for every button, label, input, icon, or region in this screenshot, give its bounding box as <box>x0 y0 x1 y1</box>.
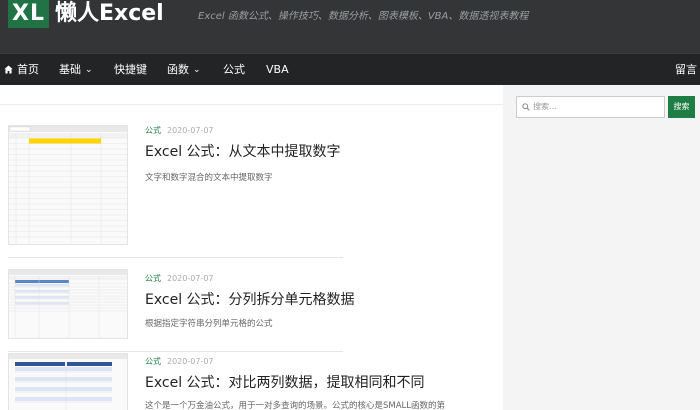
post-title[interactable]: Excel 公式：分列拆分单元格数据 <box>145 289 355 309</box>
nav-functions-label: 函数 <box>167 63 189 76</box>
nav-home[interactable]: 首页 <box>4 54 39 86</box>
nav-functions[interactable]: 函数 ⌄ <box>167 54 201 86</box>
nav-vba-label: VBA <box>266 63 289 76</box>
post-divider <box>8 257 343 258</box>
post-meta: 公式 2020-07-07 <box>145 356 214 367</box>
post-category[interactable]: 公式 <box>145 126 161 135</box>
post-excerpt: 根据指定字符串分列单元格的公式 <box>145 319 273 329</box>
nav-basics[interactable]: 基础 ⌄ <box>59 54 93 86</box>
chevron-down-icon: ⌄ <box>85 65 93 75</box>
spreadsheet-thumbnail <box>9 126 127 244</box>
post-excerpt: 文字和数字混合的文本中提取数字 <box>145 173 273 183</box>
post-date: 2020-07-07 <box>167 126 214 135</box>
post-category[interactable]: 公式 <box>145 357 161 366</box>
nav-shortcuts[interactable]: 快捷键 <box>114 54 147 86</box>
post-thumbnail[interactable] <box>8 125 128 245</box>
nav-basics-label: 基础 <box>59 63 81 76</box>
post-title[interactable]: Excel 公式：从文本中提取数字 <box>145 141 341 161</box>
nav-home-label: 首页 <box>17 63 39 76</box>
search-icon <box>522 103 530 111</box>
spreadsheet-thumbnail <box>9 354 127 410</box>
post-date: 2020-07-07 <box>167 274 214 283</box>
nav-guestbook[interactable]: 留言 <box>675 54 697 86</box>
sidebar: 搜索… 搜索 <box>503 85 700 410</box>
post-excerpt: 这个是一个万金油公式，用于一对多查询的场景。公式的核心是SMALL函数的第 <box>145 401 446 410</box>
nav-formulas-label: 公式 <box>223 63 245 76</box>
logo-box: XL <box>8 0 49 28</box>
site-header: XL 懒人Excel Excel 函数公式、操作技巧、数据分析、图表模板、VBA… <box>0 0 700 53</box>
logo-text: 懒人Excel <box>54 1 164 26</box>
spreadsheet-thumbnail <box>9 270 127 338</box>
nav-vba[interactable]: VBA <box>266 54 289 86</box>
post-date: 2020-07-07 <box>167 357 214 366</box>
post-list: 公式 2020-07-07 Excel 公式：从文本中提取数字 文字和数字混合的文… <box>0 85 503 410</box>
main-nav: 首页 基础 ⌄ 快捷键 函数 ⌄ 公式 VBA 留言 <box>0 53 700 85</box>
search-button[interactable]: 搜索 <box>668 96 695 118</box>
post-meta: 公式 2020-07-07 <box>145 125 214 136</box>
post-divider <box>8 351 343 352</box>
nav-guestbook-label: 留言 <box>675 63 697 76</box>
site-tagline: Excel 函数公式、操作技巧、数据分析、图表模板、VBA、数据透视表教程 <box>198 11 529 22</box>
site-logo[interactable]: XL 懒人Excel <box>8 0 164 28</box>
nav-shortcuts-label: 快捷键 <box>114 63 147 76</box>
post-title[interactable]: Excel 公式：对比两列数据，提取相同和不同 <box>145 372 425 392</box>
post-thumbnail[interactable] <box>8 353 128 410</box>
post-meta: 公式 2020-07-07 <box>145 273 214 284</box>
home-icon <box>4 65 13 74</box>
post-category[interactable]: 公式 <box>145 274 161 283</box>
nav-formulas[interactable]: 公式 <box>223 54 245 86</box>
search-placeholder: 搜索… <box>533 102 557 111</box>
chevron-down-icon: ⌄ <box>193 65 201 75</box>
content-divider <box>0 104 503 105</box>
post-thumbnail[interactable] <box>8 269 128 339</box>
search-input[interactable]: 搜索… <box>516 96 665 118</box>
